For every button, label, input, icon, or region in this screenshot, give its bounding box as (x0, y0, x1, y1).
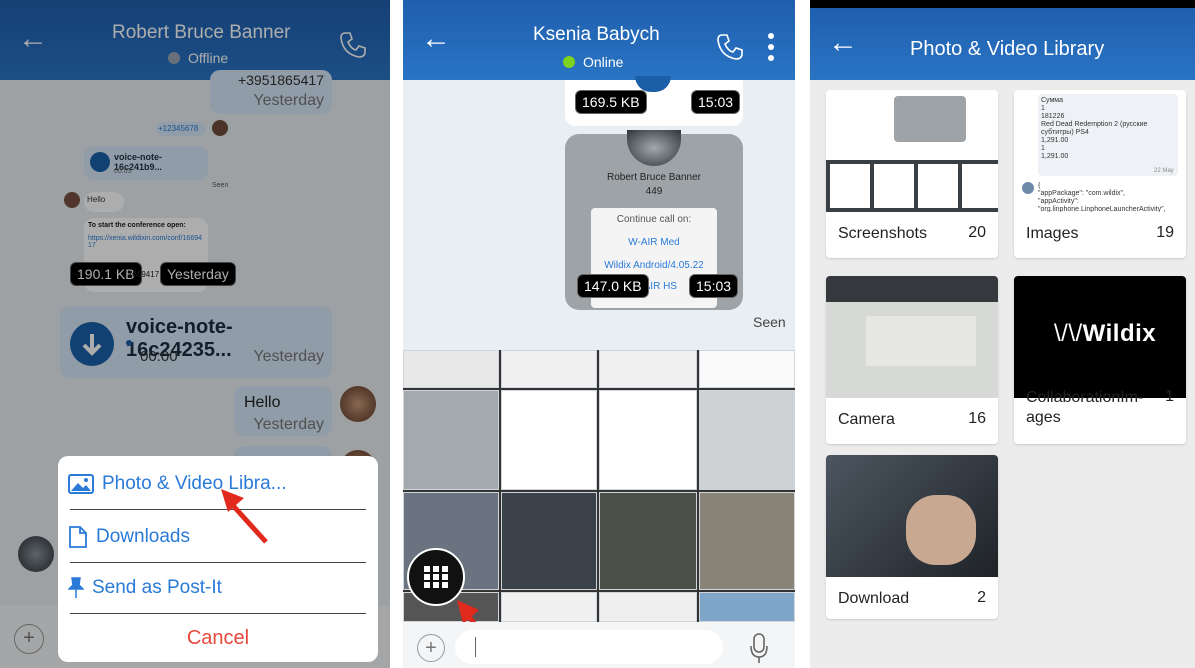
text-cursor (475, 637, 476, 657)
album-cover (826, 276, 998, 398)
document-icon (69, 526, 87, 548)
wildix-logo: \/\/Wildix (1054, 320, 1157, 347)
photo-thumb[interactable] (501, 592, 597, 622)
photo-thumb[interactable] (599, 390, 697, 490)
option-wildix-android[interactable]: Wildix Android/4.05.22 (591, 248, 717, 271)
status-text: Online (583, 54, 624, 70)
more-menu-icon[interactable] (767, 32, 775, 67)
album-count: 1 (1165, 388, 1174, 405)
album-name: Screenshots (838, 225, 927, 242)
album-name: Camera (838, 411, 895, 428)
album-cover: Сумма 1 181226 Red Dead Redemption 2 (ру… (1014, 90, 1186, 212)
chat-screen-ksenia: ← Ksenia Babych Online 169.5 KB 15:03 Ro… (403, 0, 795, 668)
grid-icon (424, 566, 448, 588)
time-tag: 15:03 (689, 274, 739, 298)
photo-thumb[interactable] (403, 390, 499, 490)
photo-thumb[interactable] (599, 592, 697, 622)
photo-thumb[interactable] (501, 390, 597, 490)
library-header: ← Photo & Video Library (810, 0, 1195, 80)
album-collaboration-images[interactable]: \/\/Wildix CollaborationIm-ages 1 (1014, 276, 1186, 444)
divider (70, 613, 366, 614)
menu-post-it[interactable]: Send as Post-It (68, 562, 368, 614)
album-camera[interactable]: Camera 16 (826, 276, 998, 444)
photo-thumb[interactable] (599, 492, 697, 590)
add-icon[interactable]: + (417, 634, 445, 662)
avatar (627, 130, 681, 166)
album-cover (826, 455, 998, 577)
photo-thumb[interactable] (699, 350, 795, 388)
album-cover (826, 90, 998, 212)
pin-icon (68, 577, 84, 598)
photo-thumb[interactable] (699, 592, 795, 622)
photo-thumb[interactable] (699, 390, 795, 490)
photo-thumb[interactable] (599, 350, 697, 388)
chat-header: ← Ksenia Babych Online (403, 0, 795, 80)
album-screenshots[interactable]: Screenshots 20 (826, 90, 998, 258)
time-tag: 15:03 (691, 90, 741, 114)
photo-thumb[interactable] (699, 492, 795, 590)
back-arrow-icon[interactable]: ← (421, 24, 451, 54)
option-w-air-med[interactable]: W-AIR Med (591, 225, 717, 248)
status-dot-icon (563, 56, 575, 68)
album-count: 2 (977, 589, 986, 606)
red-arrow-icon (221, 489, 268, 544)
file-size-tag: 169.5 KB (575, 90, 647, 114)
microphone-icon[interactable] (749, 632, 769, 668)
photo-video-library-screen: ← Photo & Video Library Screenshots 20 С… (810, 0, 1195, 668)
album-name: CollaborationIm-ages (1026, 389, 1144, 426)
file-size-tag: 147.0 KB (577, 274, 649, 298)
album-name: Download (838, 590, 910, 607)
photo-thumb[interactable] (501, 350, 597, 388)
photo-thumb[interactable] (501, 492, 597, 590)
contact-name: Ksenia Babych (533, 24, 660, 45)
message-input[interactable] (455, 630, 723, 664)
album-download[interactable]: Download 2 (826, 455, 998, 619)
album-count: 16 (968, 410, 986, 427)
cancel-button[interactable]: Cancel (58, 616, 378, 660)
album-cover: \/\/Wildix (1014, 276, 1186, 398)
back-arrow-icon[interactable]: ← (828, 28, 858, 58)
album-name: Images (1026, 225, 1079, 242)
album-images[interactable]: Сумма 1 181226 Red Dead Redemption 2 (ру… (1014, 90, 1186, 258)
photo-thumb[interactable] (403, 350, 499, 388)
image-icon (68, 474, 94, 494)
album-count: 20 (968, 224, 986, 241)
chat-screen-robert: ← Robert Bruce Banner Offline +395186541… (0, 0, 390, 668)
phone-icon[interactable] (715, 32, 745, 67)
album-count: 19 (1156, 224, 1174, 241)
page-title: Photo & Video Library (910, 38, 1105, 60)
input-bar: + (403, 622, 795, 668)
